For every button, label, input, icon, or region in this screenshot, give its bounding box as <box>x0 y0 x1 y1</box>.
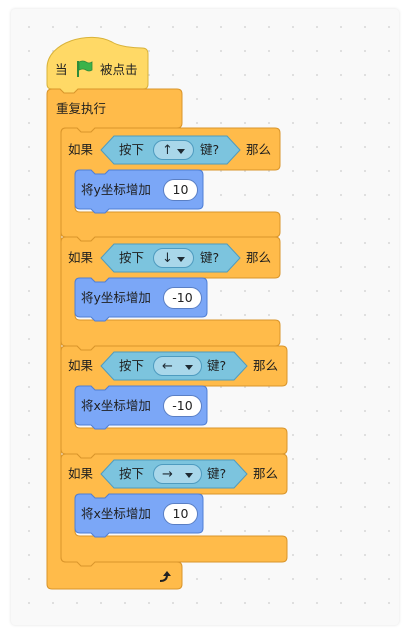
key-value-4: → <box>162 467 173 482</box>
key-suffix-1: 键? <box>200 142 220 157</box>
chevron-down-icon <box>185 365 193 370</box>
forever-label: 重复执行 <box>56 101 107 116</box>
amount-input-4[interactable]: 10 <box>163 503 198 525</box>
key-dropdown-2[interactable]: ↓ <box>153 248 194 268</box>
action-label-4: 将x坐标增加 <box>81 506 151 521</box>
key-dropdown-3[interactable]: ← <box>153 356 202 376</box>
then-label-4: 那么 <box>253 466 279 481</box>
green-flag-icon <box>77 60 93 77</box>
amount-input-2[interactable]: -10 <box>163 287 202 309</box>
key-suffix-4: 键? <box>207 466 227 481</box>
then-label-1: 那么 <box>246 142 272 157</box>
key-suffix-3: 键? <box>207 358 227 373</box>
key-dropdown-1[interactable]: ↑ <box>153 140 194 160</box>
key-dropdown-4[interactable]: → <box>153 464 202 484</box>
hat-suffix-label: 被点击 <box>100 62 138 77</box>
block-shapes <box>46 36 288 590</box>
if-label-4: 如果 <box>68 466 94 481</box>
key-value-3: ← <box>162 359 173 374</box>
hat-prefix-label: 当 <box>55 62 68 77</box>
amount-input-3[interactable]: -10 <box>163 395 202 417</box>
action-label-2: 将y坐标增加 <box>81 290 151 305</box>
then-label-3: 那么 <box>253 358 279 373</box>
key-value-1: ↑ <box>162 143 173 158</box>
chevron-down-icon <box>177 149 185 154</box>
key-prefix-1: 按下 <box>119 142 145 157</box>
key-suffix-2: 键? <box>200 250 220 265</box>
then-label-2: 那么 <box>246 250 272 265</box>
key-prefix-4: 按下 <box>119 466 145 481</box>
if-label-1: 如果 <box>68 142 94 157</box>
action-label-3: 将x坐标增加 <box>81 398 151 413</box>
if-label-3: 如果 <box>68 358 94 373</box>
key-value-2: ↓ <box>162 251 173 266</box>
amount-input-1[interactable]: 10 <box>163 179 198 201</box>
chevron-down-icon <box>185 473 193 478</box>
chevron-down-icon <box>177 257 185 262</box>
loop-arrow-icon <box>159 571 171 582</box>
action-label-1: 将y坐标增加 <box>81 182 151 197</box>
if-label-2: 如果 <box>68 250 94 265</box>
key-prefix-2: 按下 <box>119 250 145 265</box>
key-prefix-3: 按下 <box>119 358 145 373</box>
